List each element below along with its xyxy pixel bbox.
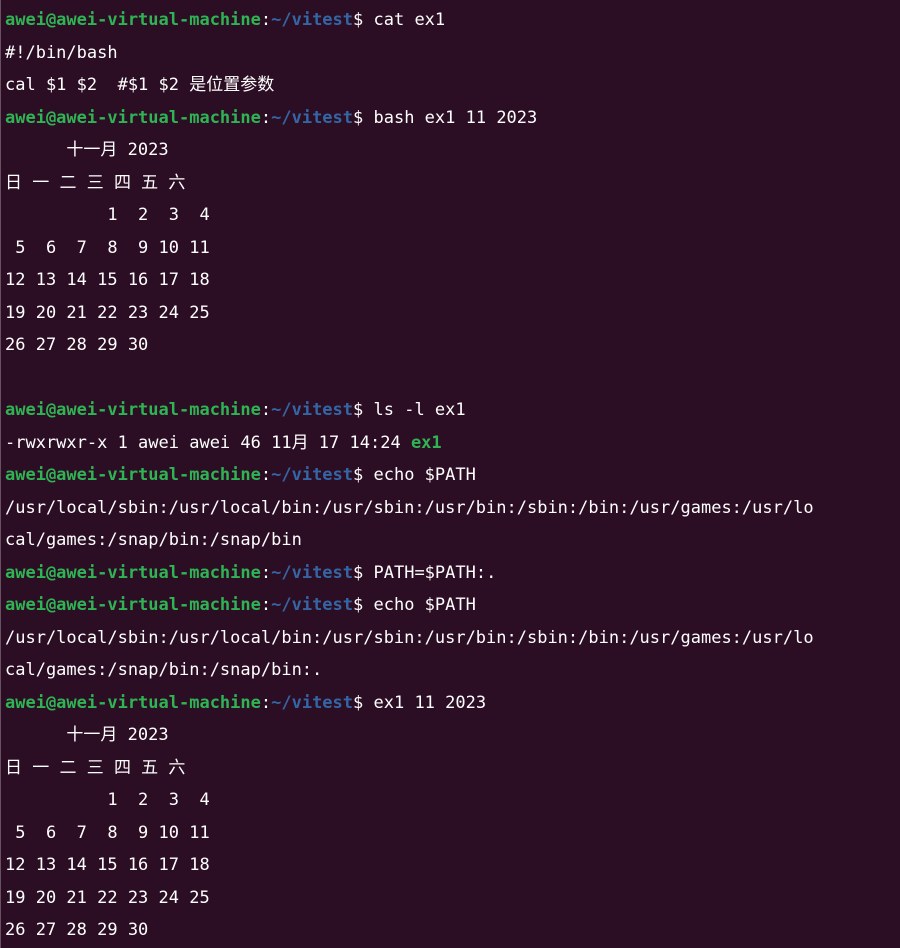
prompt-user-host: awei@awei-virtual-machine <box>5 465 261 485</box>
output-line: /usr/local/sbin:/usr/local/bin:/usr/sbin… <box>5 622 900 655</box>
output-line: 1 2 3 4 <box>5 784 900 817</box>
prompt-user-host: awei@awei-virtual-machine <box>5 595 261 615</box>
output-line: #!/bin/bash <box>5 37 900 70</box>
output-line: 十一月 2023 <box>5 134 900 167</box>
command-text: echo $PATH <box>363 595 476 615</box>
output-text: 19 20 21 22 23 24 25 <box>5 887 210 908</box>
prompt-line: awei@awei-virtual-machine:~/vitest$ ex1 … <box>5 687 900 720</box>
output-line: 十一月 2023 <box>5 719 900 752</box>
prompt-user-host: awei@awei-virtual-machine <box>5 107 261 128</box>
prompt-path: ~/vitest <box>271 562 354 583</box>
output-text: cal/games:/snap/bin:/snap/bin <box>5 530 302 550</box>
output-line: cal/games:/snap/bin:/snap/bin <box>5 524 900 557</box>
prompt-separator: : <box>260 400 272 420</box>
prompt-dollar: $ <box>353 107 364 128</box>
output-line: cal $1 $2 #$1 $2 是位置参数 <box>5 69 900 102</box>
output-text: /usr/local/sbin:/usr/local/bin:/usr/sbin… <box>5 497 814 518</box>
output-text: 十一月 2023 <box>5 140 169 160</box>
prompt-path: ~/vitest <box>271 595 354 615</box>
output-line: 5 6 7 8 9 10 11 <box>5 232 900 265</box>
prompt-line: awei@awei-virtual-machine:~/vitest$ echo… <box>5 459 900 492</box>
prompt-line: awei@awei-virtual-machine:~/vitest$ ls -… <box>5 394 900 427</box>
prompt-separator: : <box>260 692 272 713</box>
command-text: cat ex1 <box>363 10 446 30</box>
prompt-separator: : <box>260 107 272 128</box>
prompt-user-host: awei@awei-virtual-machine <box>5 400 261 420</box>
prompt-dollar: $ <box>353 10 364 30</box>
output-line: 12 13 14 15 16 17 18 <box>5 264 900 297</box>
output-line: -rwxrwxr-x 1 awei awei 46 11月 17 14:24 e… <box>5 427 900 460</box>
output-text: 日 一 二 三 四 五 六 <box>5 172 186 193</box>
command-text: echo $PATH <box>363 465 476 485</box>
output-text: 十一月 2023 <box>5 725 169 745</box>
output-text: 26 27 28 29 30 <box>5 335 149 355</box>
prompt-user-host: awei@awei-virtual-machine <box>5 692 261 713</box>
output-text: /usr/local/sbin:/usr/local/bin:/usr/sbin… <box>5 627 814 648</box>
output-text: 1 2 3 4 <box>5 205 210 225</box>
terminal-output[interactable]: awei@awei-virtual-machine:~/vitest$ cat … <box>5 4 900 947</box>
output-text: 5 6 7 8 9 10 11 <box>5 822 210 843</box>
window-edge <box>0 0 1 948</box>
output-text: 19 20 21 22 23 24 25 <box>5 302 210 323</box>
prompt-path: ~/vitest <box>271 400 354 420</box>
prompt-user-host: awei@awei-virtual-machine <box>5 562 261 583</box>
output-line: 1 2 3 4 <box>5 199 900 232</box>
output-line: 12 13 14 15 16 17 18 <box>5 849 900 882</box>
output-text: 1 2 3 4 <box>5 790 210 810</box>
output-text: 12 13 14 15 16 17 18 <box>5 855 210 875</box>
output-line: 日 一 二 三 四 五 六 <box>5 167 900 200</box>
output-line: /usr/local/sbin:/usr/local/bin:/usr/sbin… <box>5 492 900 525</box>
terminal-window[interactable]: awei@awei-virtual-machine:~/vitest$ cat … <box>0 0 900 948</box>
output-line: 5 6 7 8 9 10 11 <box>5 817 900 850</box>
executable-filename: ex1 <box>410 432 442 453</box>
prompt-separator: : <box>260 465 272 485</box>
command-text: PATH=$PATH:. <box>363 562 497 583</box>
output-text: cal/games:/snap/bin:/snap/bin:. <box>5 660 323 680</box>
output-line: 26 27 28 29 30 <box>5 914 900 947</box>
command-text: ls -l ex1 <box>363 400 466 420</box>
output-line: cal/games:/snap/bin:/snap/bin:. <box>5 654 900 687</box>
prompt-separator: : <box>260 595 272 615</box>
output-text: 5 6 7 8 9 10 11 <box>5 237 210 258</box>
prompt-path: ~/vitest <box>271 10 354 30</box>
output-line: 日 一 二 三 四 五 六 <box>5 752 900 785</box>
prompt-separator: : <box>260 10 272 30</box>
prompt-dollar: $ <box>353 595 364 615</box>
ls-listing: -rwxrwxr-x 1 awei awei 46 11月 17 14:24 <box>5 432 411 453</box>
output-text: 26 27 28 29 30 <box>5 920 149 940</box>
output-text: #!/bin/bash <box>5 42 118 63</box>
prompt-path: ~/vitest <box>271 107 354 128</box>
output-line: 19 20 21 22 23 24 25 <box>5 297 900 330</box>
prompt-line: awei@awei-virtual-machine:~/vitest$ cat … <box>5 4 900 37</box>
prompt-dollar: $ <box>353 400 364 420</box>
prompt-line: awei@awei-virtual-machine:~/vitest$ echo… <box>5 589 900 622</box>
prompt-line: awei@awei-virtual-machine:~/vitest$ PATH… <box>5 557 900 590</box>
output-text: cal $1 $2 #$1 $2 是位置参数 <box>5 75 275 95</box>
prompt-dollar: $ <box>353 692 364 713</box>
output-text: 日 一 二 三 四 五 六 <box>5 757 186 778</box>
prompt-path: ~/vitest <box>271 465 354 485</box>
prompt-path: ~/vitest <box>271 692 354 713</box>
output-line: 26 27 28 29 30 <box>5 329 900 362</box>
prompt-dollar: $ <box>353 562 364 583</box>
prompt-line: awei@awei-virtual-machine:~/vitest$ bash… <box>5 102 900 135</box>
prompt-dollar: $ <box>353 465 364 485</box>
command-text: bash ex1 11 2023 <box>363 107 538 128</box>
prompt-user-host: awei@awei-virtual-machine <box>5 10 261 30</box>
prompt-separator: : <box>260 562 272 583</box>
command-text: ex1 11 2023 <box>363 692 487 713</box>
output-line: 19 20 21 22 23 24 25 <box>5 882 900 915</box>
output-text: 12 13 14 15 16 17 18 <box>5 270 210 290</box>
